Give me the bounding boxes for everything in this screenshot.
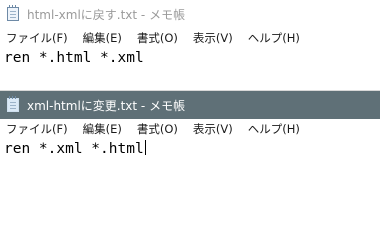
notepad-window-xml-html[interactable]: xml-htmlに変更.txt - メモ帳 ファイル(F) 編集(E) 書式(O… xyxy=(0,91,380,238)
title-bar[interactable]: html-xmlに戻す.txt - メモ帳 xyxy=(0,0,380,28)
text-caret xyxy=(144,140,146,155)
menu-file[interactable]: ファイル(F) xyxy=(6,121,68,137)
title-bar-active[interactable]: xml-htmlに変更.txt - メモ帳 xyxy=(0,91,380,119)
window-title: html-xmlに戻す.txt - メモ帳 xyxy=(27,7,186,22)
editor-text: ren *.xml *.html xyxy=(4,141,144,157)
menu-help[interactable]: ヘルプ(H) xyxy=(248,121,300,137)
menu-bar: ファイル(F) 編集(E) 書式(O) 表示(V) ヘルプ(H) xyxy=(0,119,380,139)
text-editor[interactable]: ren *.xml *.html xyxy=(0,139,380,238)
menu-format[interactable]: 書式(O) xyxy=(137,30,178,46)
menu-edit[interactable]: 編集(E) xyxy=(83,30,122,46)
menu-format[interactable]: 書式(O) xyxy=(137,121,178,137)
menu-bar: ファイル(F) 編集(E) 書式(O) 表示(V) ヘルプ(H) xyxy=(0,28,380,48)
menu-edit[interactable]: 編集(E) xyxy=(83,121,122,137)
window-title: xml-htmlに変更.txt - メモ帳 xyxy=(27,98,186,113)
notepad-window-html-xml[interactable]: html-xmlに戻す.txt - メモ帳 ファイル(F) 編集(E) 書式(O… xyxy=(0,0,380,90)
notepad-icon xyxy=(7,5,19,21)
notepad-icon xyxy=(7,96,19,112)
menu-view[interactable]: 表示(V) xyxy=(193,30,233,46)
editor-text: ren *.html *.xml xyxy=(4,50,144,66)
text-editor[interactable]: ren *.html *.xml xyxy=(0,48,380,90)
menu-file[interactable]: ファイル(F) xyxy=(6,30,68,46)
menu-view[interactable]: 表示(V) xyxy=(193,121,233,137)
menu-help[interactable]: ヘルプ(H) xyxy=(248,30,300,46)
